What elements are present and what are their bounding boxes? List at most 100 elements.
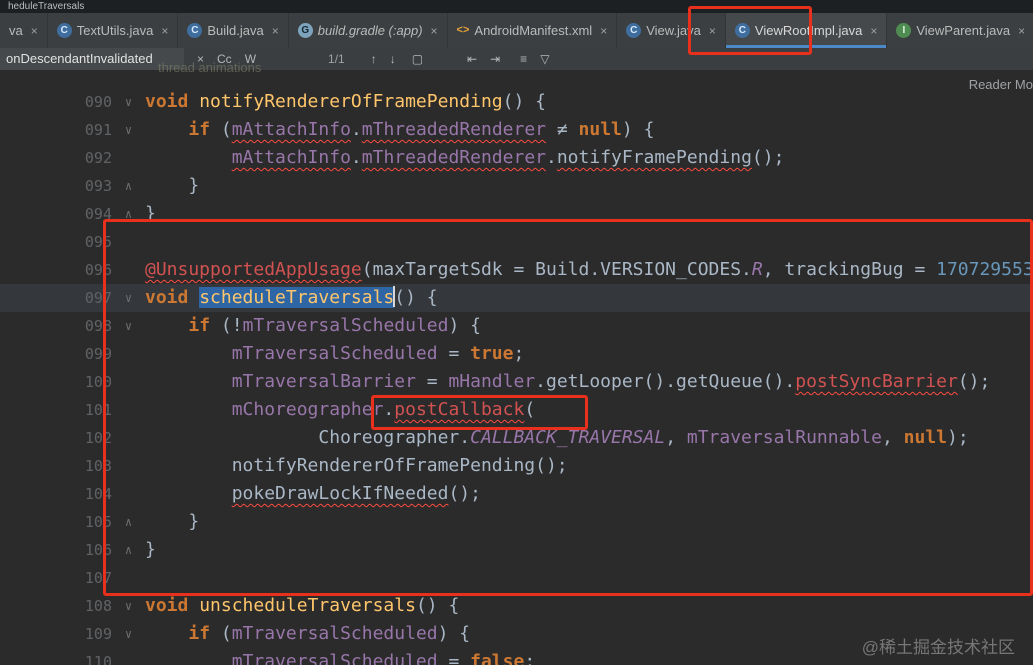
- line-number[interactable]: 098: [0, 312, 112, 340]
- code-line[interactable]: 093 ∧ }: [0, 172, 1033, 200]
- right-tab-icon[interactable]: ⇥: [490, 48, 500, 70]
- code-token: (!: [220, 315, 243, 336]
- search-input[interactable]: onDescendantInvalidated: [0, 48, 184, 70]
- line-number[interactable]: 092: [0, 144, 112, 172]
- tab-label: Build.java: [207, 23, 264, 38]
- code-token: .: [350, 147, 362, 168]
- code-text: mTraversalBarrier = mHandler.getLooper()…: [145, 368, 1033, 396]
- code-text: mAttachInfo.mThreadedRenderer.notifyFram…: [145, 144, 1033, 172]
- code-line[interactable]: 091 ∨ if (mAttachInfo.mThreadedRenderer ≠…: [0, 116, 1033, 144]
- code-line[interactable]: 097 ∨ void scheduleTraversals() {: [0, 284, 1033, 312]
- funnel-icon[interactable]: ▽: [540, 48, 549, 70]
- code-line[interactable]: 107: [0, 564, 1033, 592]
- tab-androidmanifest-xml[interactable]: <> AndroidManifest.xml ×: [448, 13, 618, 48]
- code-line[interactable]: 103 notifyRendererOfFramePending();: [0, 452, 1033, 480]
- line-number[interactable]: 095: [0, 228, 112, 256]
- tab-close-icon[interactable]: ×: [1018, 24, 1025, 38]
- fold-up-icon[interactable]: ∧: [112, 200, 145, 228]
- code-token: if: [188, 623, 221, 644]
- filter-lines-icon[interactable]: ≡: [520, 48, 527, 70]
- tab-close-icon[interactable]: ×: [870, 24, 877, 38]
- line-number[interactable]: 107: [0, 564, 112, 592]
- code-text: mTraversalScheduled = true;: [145, 340, 1033, 368]
- line-number[interactable]: 096: [0, 256, 112, 284]
- line-number[interactable]: 108: [0, 592, 112, 620]
- code-line[interactable]: 101 mChoreographer.postCallback(: [0, 396, 1033, 424]
- tab-viewparent-java[interactable]: I ViewParent.java ×: [887, 13, 1033, 48]
- line-number[interactable]: 104: [0, 480, 112, 508]
- line-number[interactable]: 109: [0, 620, 112, 648]
- fold-down-icon[interactable]: ∨: [112, 620, 145, 648]
- code-line[interactable]: 090 ∨ void notifyRendererOfFramePending() …: [0, 88, 1033, 116]
- tab-close-icon[interactable]: ×: [161, 24, 168, 38]
- code-line[interactable]: 104 pokeDrawLockIfNeeded();: [0, 480, 1033, 508]
- fold-down-icon[interactable]: ∨: [112, 116, 145, 144]
- line-number[interactable]: 101: [0, 396, 112, 424]
- fold-up-icon[interactable]: ∧: [112, 508, 145, 536]
- line-number[interactable]: 105: [0, 508, 112, 536]
- tab-close-icon[interactable]: ×: [272, 24, 279, 38]
- match-count: 1/1: [328, 52, 345, 66]
- code-token: mTraversalBarrier: [231, 371, 416, 392]
- tab-viewrootimpl-java[interactable]: C ViewRootImpl.java ×: [725, 13, 888, 48]
- tab-close-icon[interactable]: ×: [431, 24, 438, 38]
- left-tab-icon[interactable]: ⇤: [467, 48, 477, 70]
- line-number[interactable]: 090: [0, 88, 112, 116]
- tab-close-icon[interactable]: ×: [709, 24, 716, 38]
- code-line[interactable]: 108 ∨ void unscheduleTraversals() {: [0, 592, 1033, 620]
- line-number[interactable]: 091: [0, 116, 112, 144]
- line-number[interactable]: 097: [0, 284, 112, 312]
- code-text: if (mAttachInfo.mThreadedRenderer ≠ null…: [145, 116, 1033, 144]
- code-line[interactable]: 100 mTraversalBarrier = mHandler.getLoop…: [0, 368, 1033, 396]
- code-line[interactable]: 105 ∧ }: [0, 508, 1033, 536]
- tab-build-java[interactable]: C Build.java ×: [178, 13, 289, 48]
- line-number[interactable]: 094: [0, 200, 112, 228]
- code-token: mTraversalScheduled: [231, 651, 438, 665]
- in-selection-toggle[interactable]: ▢: [412, 48, 423, 70]
- line-number[interactable]: 099: [0, 340, 112, 368]
- next-match-button[interactable]: ↓: [390, 48, 396, 70]
- code-line[interactable]: 099 mTraversalScheduled = true;: [0, 340, 1033, 368]
- prev-match-button[interactable]: ↑: [371, 48, 377, 70]
- tab-build-gradle[interactable]: Gbuild.gradle (:app) ×: [289, 13, 448, 48]
- fold-down-icon[interactable]: ∨: [112, 312, 145, 340]
- fold-down-icon[interactable]: ∨: [112, 88, 145, 116]
- code-token: void: [145, 91, 200, 112]
- line-number[interactable]: 093: [0, 172, 112, 200]
- code-line[interactable]: 092 mAttachInfo.mThreadedRenderer.notify…: [0, 144, 1033, 172]
- tab-close-icon[interactable]: ×: [31, 24, 38, 38]
- line-number[interactable]: 102: [0, 424, 112, 452]
- code-token: ≠: [546, 119, 579, 140]
- line-number[interactable]: 106: [0, 536, 112, 564]
- tab-label: AndroidManifest.xml: [474, 23, 593, 38]
- fold-up-icon[interactable]: ∧: [112, 536, 145, 564]
- class-icon: C: [56, 23, 72, 38]
- line-number[interactable]: 103: [0, 452, 112, 480]
- code-line[interactable]: 102 Choreographer.CALLBACK_TRAVERSAL, mT…: [0, 424, 1033, 452]
- tab-textutils-java[interactable]: C TextUtils.java ×: [48, 13, 179, 48]
- line-number[interactable]: 110: [0, 648, 112, 665]
- code-line[interactable]: 095: [0, 228, 1033, 256]
- line-number[interactable]: 100: [0, 368, 112, 396]
- tab-view-java[interactable]: C View.java ×: [617, 13, 726, 48]
- fold-up-icon[interactable]: ∧: [112, 172, 145, 200]
- code-area: 090 ∨ void notifyRendererOfFramePending() …: [0, 70, 1033, 665]
- code-token: ();: [448, 483, 481, 504]
- tab-partial-left[interactable]: va ×: [0, 13, 48, 48]
- fold-down-icon[interactable]: ∨: [112, 284, 145, 312]
- code-line[interactable]: 106 ∧}: [0, 536, 1033, 564]
- tab-close-icon[interactable]: ×: [600, 24, 607, 38]
- code-line[interactable]: 094 ∧}: [0, 200, 1033, 228]
- code-line[interactable]: 096 @UnsupportedAppUsage(maxTargetSdk = B…: [0, 256, 1033, 284]
- fold-down-icon[interactable]: ∨: [112, 592, 145, 620]
- code-line[interactable]: 098 ∨ if (!mTraversalScheduled) {: [0, 312, 1033, 340]
- code-token: postCallback: [394, 399, 525, 420]
- window-title: heduleTraversals: [0, 0, 1033, 13]
